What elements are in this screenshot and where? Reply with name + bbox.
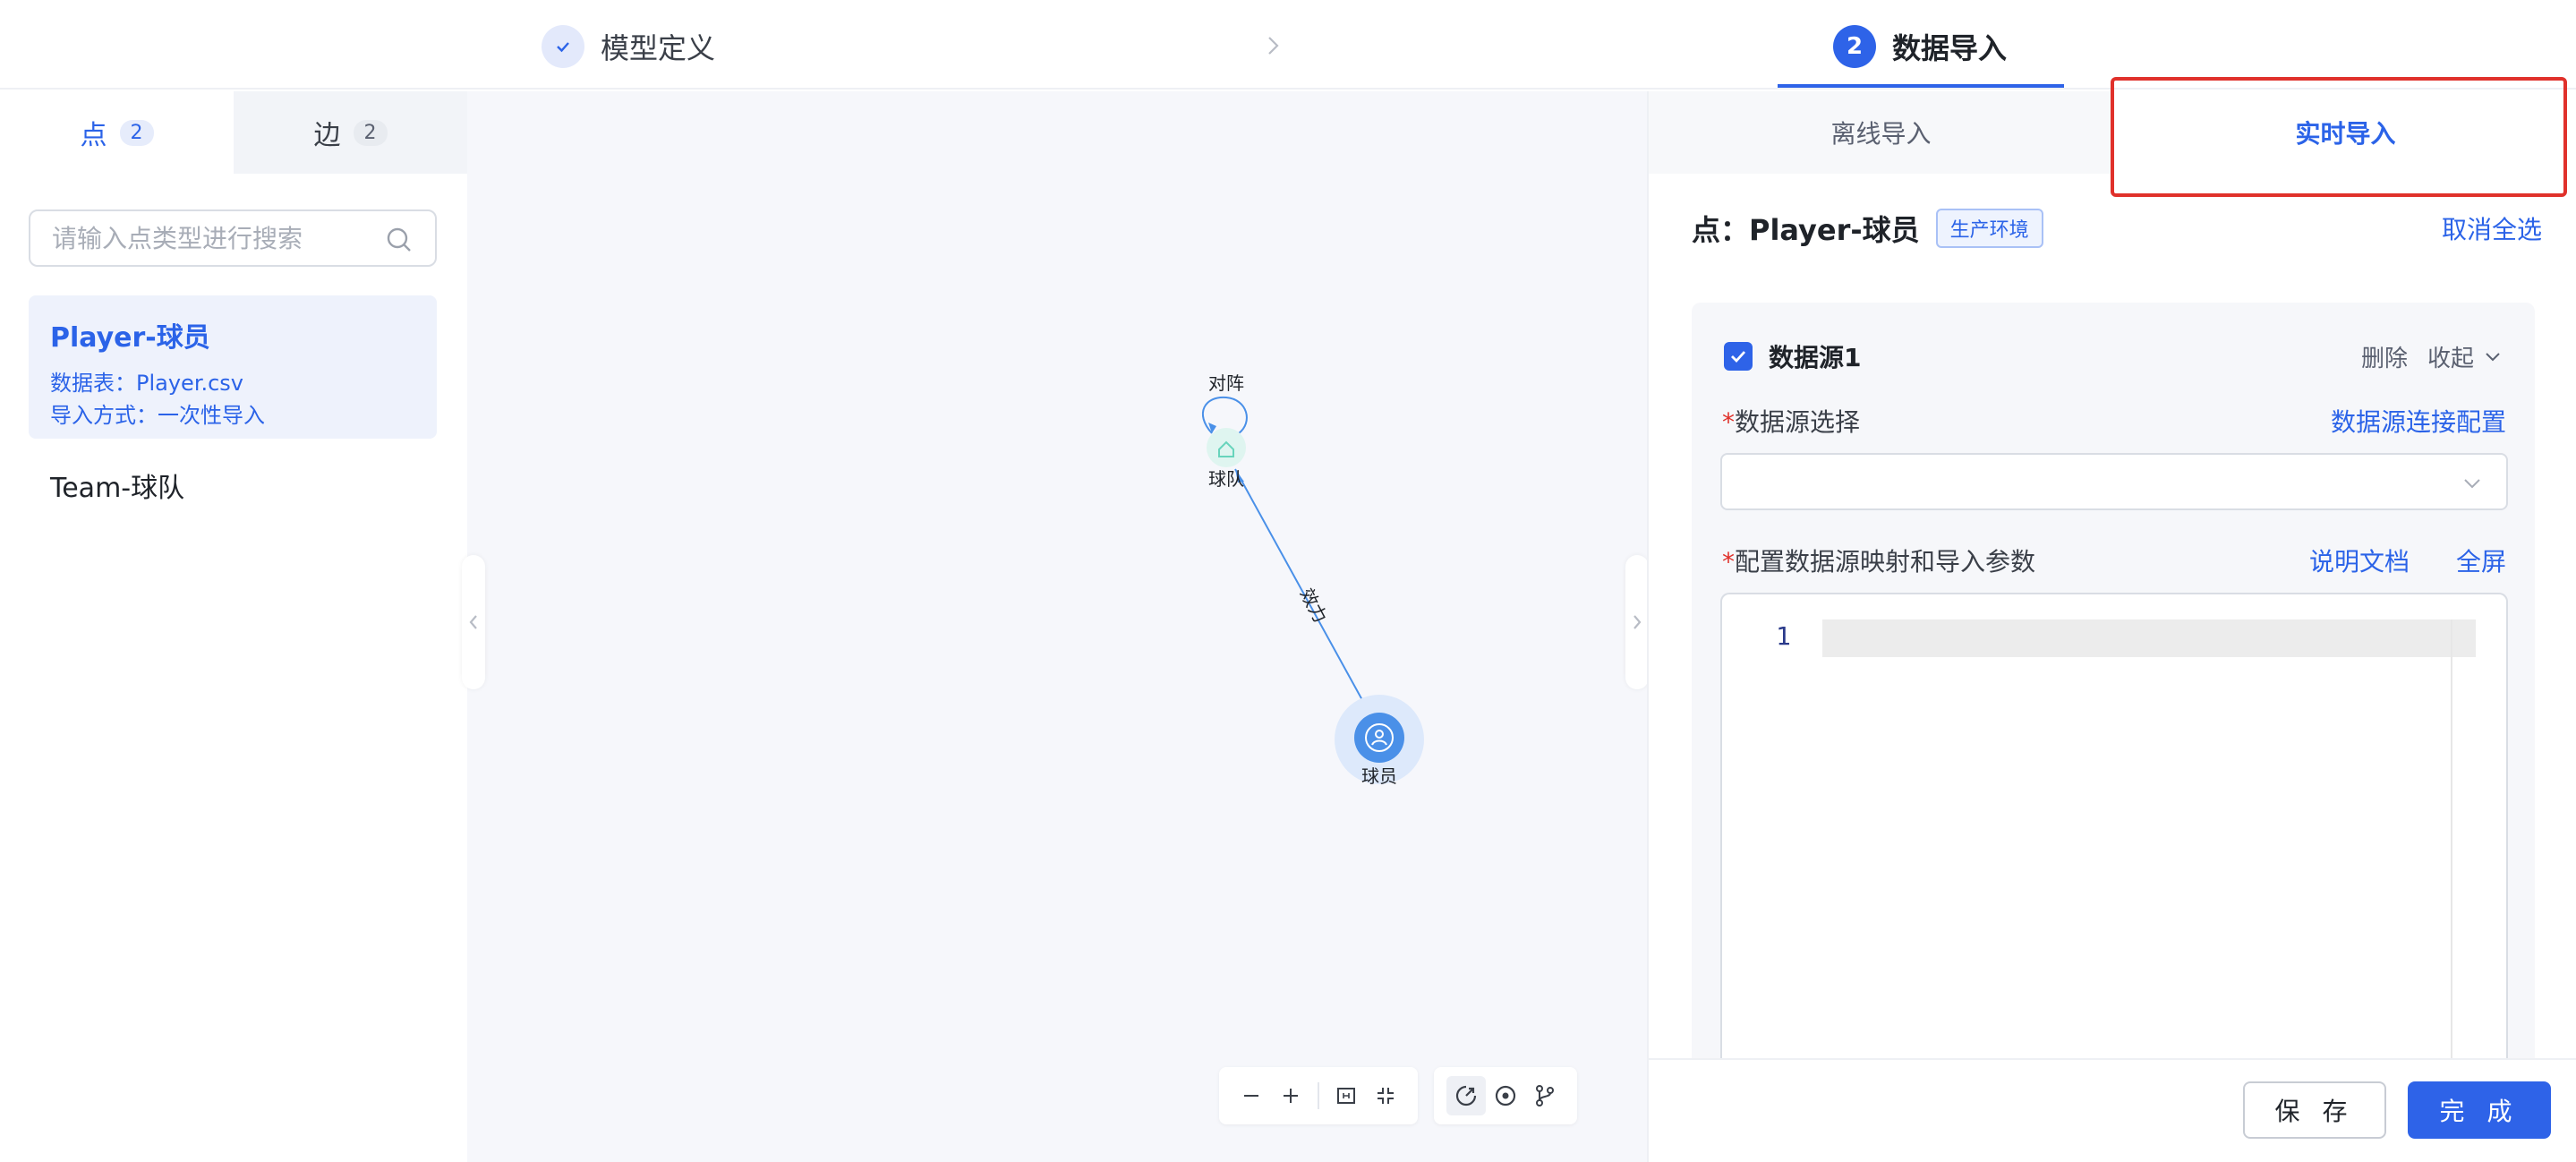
chevron-down-icon <box>2486 353 2500 362</box>
step-data-import[interactable]: 2 数据导入 <box>1833 23 2007 70</box>
tab-offline-import[interactable]: 离线导入 <box>1649 91 2113 174</box>
fullscreen-link[interactable]: 全屏 <box>2456 543 2506 578</box>
list-item-team[interactable]: Team-球队 <box>29 449 437 521</box>
item-name: Team-球队 <box>50 473 185 504</box>
chevron-right-icon <box>1260 32 1287 59</box>
node-label: 球员 <box>1361 765 1397 787</box>
focus-icon[interactable] <box>1486 1076 1525 1115</box>
zoom-out-icon[interactable] <box>1232 1076 1271 1115</box>
current-line-highlight <box>1822 619 2476 657</box>
collapse-toggle[interactable]: 收起 <box>2427 340 2503 373</box>
left-panel: 点 2 边 2 Player-球员 数据表：Player.csv 导入方式：一次… <box>0 91 467 1162</box>
step-number: 2 <box>1833 25 1876 68</box>
tab-realtime-import[interactable]: 实时导入 <box>2113 91 2576 174</box>
divider <box>1318 1082 1319 1109</box>
count-badge: 2 <box>119 119 154 146</box>
list-item-player[interactable]: Player-球员 数据表：Player.csv 导入方式：一次性导入 <box>29 295 437 439</box>
search-box <box>29 209 437 267</box>
label-text: 数据源选择 <box>1735 407 1861 437</box>
line-number: 1 <box>1776 621 1791 651</box>
datasource-card: 数据源1 删除 收起 *数据源选择 数据源连接配置 *配置数据源映射和导入参数 <box>1692 303 2535 1162</box>
zoom-in-icon[interactable] <box>1271 1076 1310 1115</box>
step-label: 模型定义 <box>601 31 716 65</box>
panel-header: 点：Player-球员 生产环境 取消全选 <box>1692 206 2542 251</box>
collapse-left-handle[interactable] <box>462 555 485 689</box>
datasource-title: 数据源1 <box>1769 343 1862 372</box>
branch-icon[interactable] <box>1525 1076 1565 1115</box>
active-step-underline <box>1778 84 2064 88</box>
tab-edges[interactable]: 边 2 <box>234 91 467 174</box>
panel-title: 点：Player-球员 <box>1692 213 1920 247</box>
schema-graph: 效力 对阵 球队 球员 <box>1201 372 1424 787</box>
compress-icon[interactable] <box>1366 1076 1405 1115</box>
step-model-definition[interactable]: 模型定义 <box>542 23 715 70</box>
node-halo <box>1207 428 1246 467</box>
canvas-toolbar <box>1219 1067 1577 1124</box>
card-header: 数据源1 删除 收起 <box>1724 337 2503 376</box>
item-name: Player-球员 <box>50 322 210 354</box>
tab-vertices[interactable]: 点 2 <box>0 91 234 174</box>
step-label: 数据导入 <box>1892 31 2008 65</box>
import-tabs: 离线导入 实时导入 <box>1649 91 2576 174</box>
chevron-down-icon <box>2464 479 2480 489</box>
check-icon <box>1731 351 1746 363</box>
panel-footer: 保 存 完 成 <box>1649 1058 2576 1162</box>
datasource-checkbox[interactable] <box>1724 342 1753 371</box>
card-actions: 删除 收起 <box>2361 340 2503 373</box>
delete-link[interactable]: 删除 <box>2361 340 2408 373</box>
datasource-select-label: *数据源选择 <box>1722 407 1861 437</box>
right-panel: 离线导入 实时导入 点：Player-球员 生产环境 取消全选 数据源1 删除 … <box>1647 91 2576 1162</box>
item-import-mode: 导入方式：一次性导入 <box>50 403 265 428</box>
collapse-right-handle[interactable] <box>1625 555 1649 689</box>
steps-header: 模型定义 2 数据导入 <box>0 0 2576 90</box>
search-icon[interactable] <box>385 226 414 254</box>
datasource-config-link[interactable]: 数据源连接配置 <box>2331 403 2506 439</box>
edge-label: 效力 <box>1296 585 1332 627</box>
fit-view-icon[interactable] <box>1326 1076 1366 1115</box>
tab-label: 点 <box>80 120 107 151</box>
app-root: 模型定义 2 数据导入 点 2 边 2 请输入点类型进行搜索 Player-球员… <box>0 0 2576 1162</box>
check-icon <box>542 25 584 68</box>
layout-icon[interactable] <box>1446 1076 1486 1115</box>
label-text: 配置数据源映射和导入参数 <box>1735 547 2036 577</box>
tab-label: 边 <box>313 120 341 151</box>
env-tag: 生产环境 <box>1935 209 2043 248</box>
collapse-label: 收起 <box>2427 345 2474 372</box>
node-label: 球队 <box>1208 468 1244 490</box>
deselect-all-link[interactable]: 取消全选 <box>2442 210 2542 246</box>
count-badge: 2 <box>353 119 388 146</box>
graph-canvas[interactable]: 效力 对阵 球队 球员 <box>467 91 1647 1162</box>
edge-label: 对阵 <box>1208 372 1244 394</box>
save-button[interactable]: 保 存 <box>2243 1081 2386 1139</box>
search-input[interactable] <box>52 223 374 253</box>
done-button[interactable]: 完 成 <box>2408 1081 2551 1139</box>
layout-group <box>1434 1067 1577 1124</box>
datasource-select[interactable] <box>1720 453 2508 510</box>
mapping-label: *配置数据源映射和导入参数 <box>1722 547 2036 577</box>
zoom-group <box>1219 1067 1418 1124</box>
doc-link[interactable]: 说明文档 <box>2309 543 2410 578</box>
left-tabs: 点 2 边 2 <box>0 91 467 174</box>
item-table: 数据表：Player.csv <box>50 371 244 396</box>
chevron-right-icon <box>1633 615 1642 629</box>
chevron-left-icon <box>469 615 477 629</box>
self-loop-edge[interactable] <box>1201 396 1248 434</box>
